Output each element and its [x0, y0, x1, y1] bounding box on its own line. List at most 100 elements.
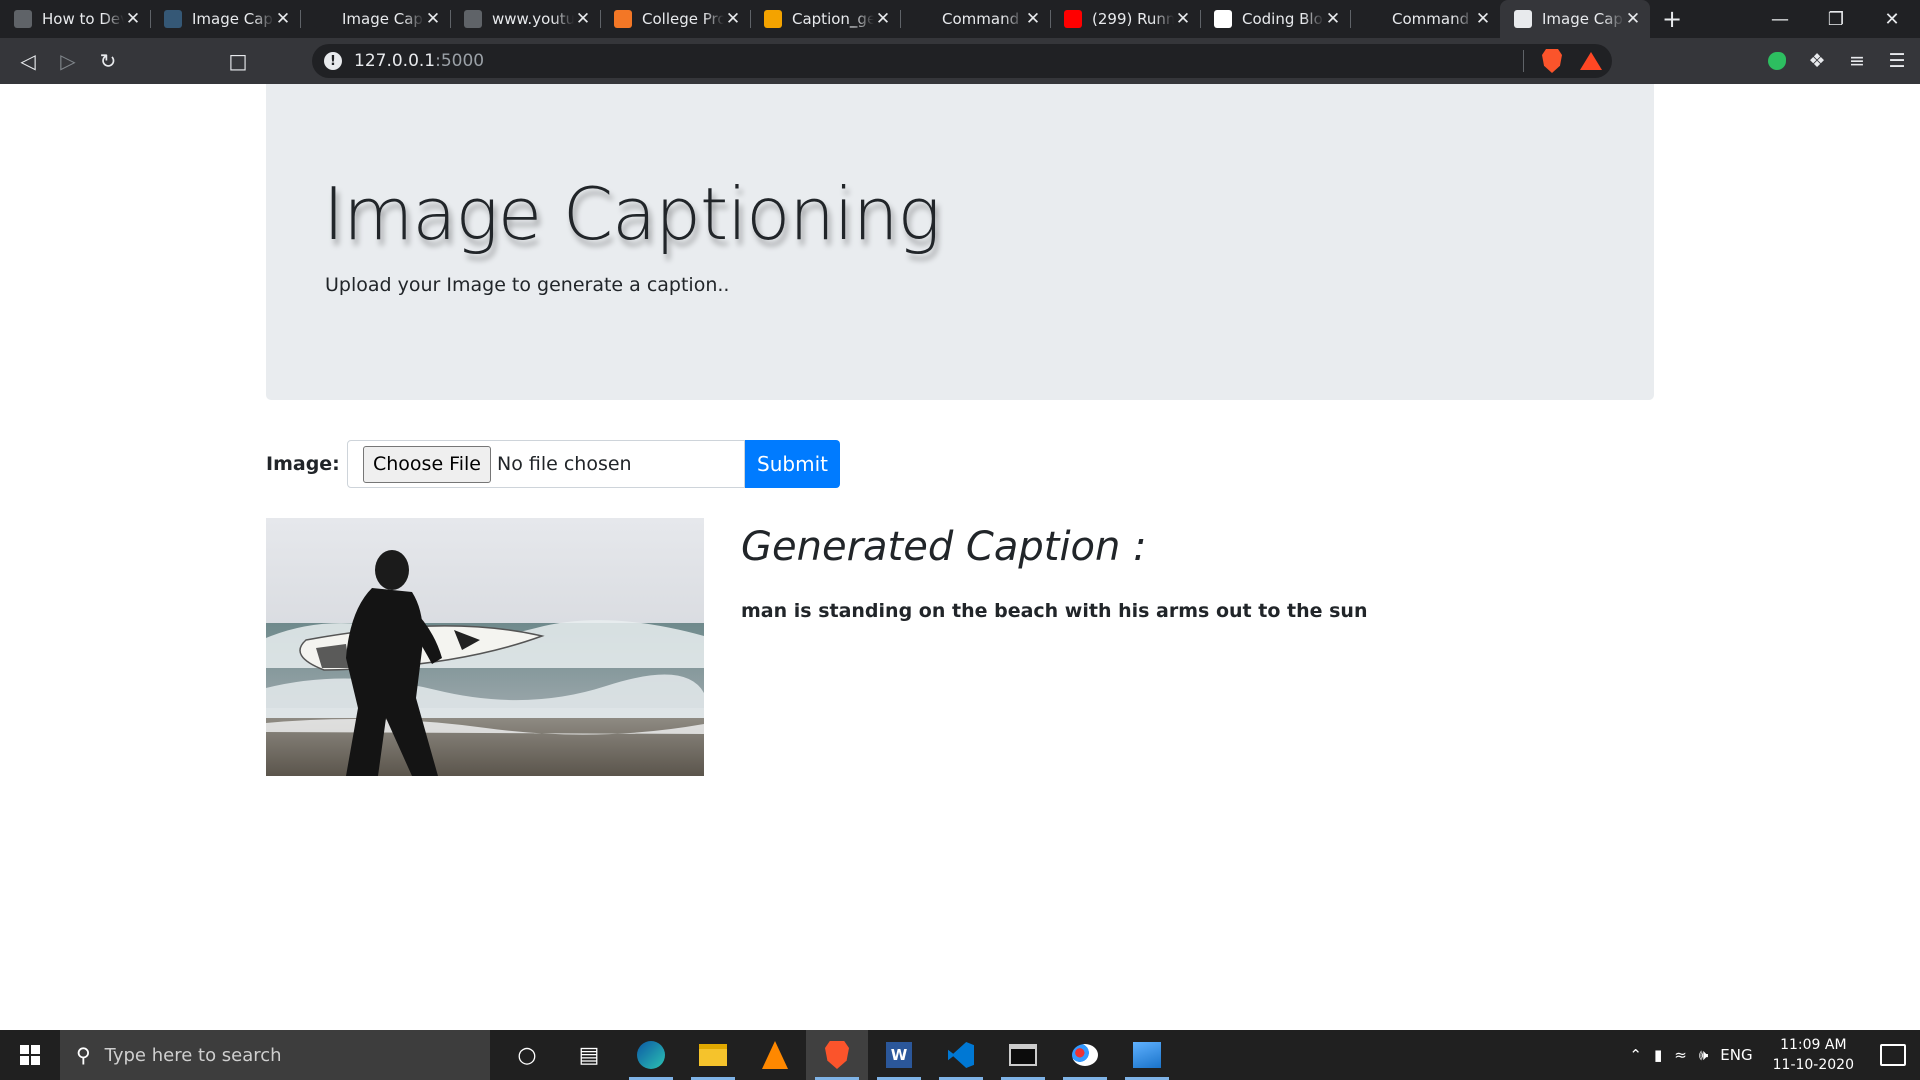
close-tab-icon[interactable]: ✕ — [574, 9, 592, 29]
new-tab-button[interactable]: + — [1650, 0, 1694, 38]
address-bar[interactable]: ! 127.0.0.1:5000 — [312, 44, 1612, 78]
windows-logo-icon — [20, 1045, 40, 1065]
windows-taskbar: ⚲ Type here to search ○ ▤ W ⌃ ▮ ≈ 🕪 ENG … — [0, 1030, 1920, 1080]
tab-title: Image Capt — [342, 10, 424, 28]
globe-icon — [1514, 10, 1532, 28]
close-window-icon[interactable]: ✕ — [1864, 0, 1920, 38]
url-port: :5000 — [435, 51, 485, 71]
file-input[interactable]: Choose File No file chosen — [347, 440, 745, 488]
browser-tab[interactable]: College Pro ✕ — [600, 0, 750, 38]
tab-title: www.youtut — [492, 10, 574, 28]
close-tab-icon[interactable]: ✕ — [1324, 9, 1342, 29]
tab-title: Image Capt — [1542, 10, 1624, 28]
vscode-icon[interactable] — [930, 1030, 992, 1080]
browser-tab[interactable]: Image Capt ✕ — [1500, 0, 1650, 38]
clock[interactable]: 11:09 AM 11-10-2020 — [1773, 1035, 1854, 1075]
search-placeholder: Type here to search — [104, 1044, 282, 1066]
menu-icon[interactable]: ☰ — [1884, 46, 1910, 76]
notebook-icon — [764, 10, 782, 28]
tab-title: Command L — [1392, 10, 1474, 28]
notifications-icon[interactable] — [1880, 1044, 1906, 1066]
browser-tab[interactable]: Image Capt ✕ — [300, 0, 450, 38]
site-info-icon[interactable]: ! — [324, 52, 342, 70]
browser-toolbar: ◁ ▷ ↻ □ ! 127.0.0.1:5000 ❖ ≡ ☰ — [0, 38, 1920, 84]
clock-date: 11-10-2020 — [1772, 1057, 1854, 1073]
photos-icon[interactable] — [1116, 1030, 1178, 1080]
task-view-icon[interactable]: ▤ — [558, 1030, 620, 1080]
tab-title: (299) Runni — [1092, 10, 1174, 28]
close-tab-icon[interactable]: ✕ — [724, 9, 742, 29]
word-icon[interactable]: W — [868, 1030, 930, 1080]
browser-tab[interactable]: Command L ✕ — [900, 0, 1050, 38]
battery-icon[interactable]: ▮ — [1654, 1046, 1662, 1064]
tds-circle-icon — [314, 10, 332, 28]
search-icon: ⚲ — [76, 1043, 91, 1067]
vlc-icon[interactable] — [744, 1030, 806, 1080]
close-tab-icon[interactable]: ✕ — [124, 9, 142, 29]
submit-button[interactable]: Submit — [745, 440, 840, 488]
globe-icon — [464, 10, 482, 28]
url-host: 127.0.0.1 — [354, 51, 436, 71]
tds-icon — [164, 10, 182, 28]
browser-tab[interactable]: Coding Blo ✕ — [1200, 0, 1350, 38]
choose-file-button[interactable]: Choose File — [363, 445, 491, 483]
browser-tab[interactable]: www.youtut ✕ — [450, 0, 600, 38]
browser-tab[interactable]: Image Capt ✕ — [150, 0, 300, 38]
media-queue-icon[interactable]: ≡ — [1844, 46, 1870, 76]
edge-icon[interactable] — [620, 1030, 682, 1080]
phone-icon — [914, 10, 932, 28]
terminal-icon[interactable] — [992, 1030, 1054, 1080]
close-tab-icon[interactable]: ✕ — [424, 9, 442, 29]
restore-icon[interactable]: ❐ — [1808, 0, 1864, 38]
tab-title: Image Capt — [192, 10, 274, 28]
page-icon — [14, 10, 32, 28]
taskbar-search[interactable]: ⚲ Type here to search — [60, 1030, 490, 1080]
tab-list: How to Dev ✕ Image Capt ✕ Image Capt ✕ www.you… — [0, 0, 1650, 38]
brave-shields-icon[interactable] — [1542, 49, 1562, 73]
paint-icon[interactable] — [1054, 1030, 1116, 1080]
bookmark-icon[interactable]: □ — [218, 41, 258, 81]
reload-icon[interactable]: ↻ — [88, 41, 128, 81]
language-indicator[interactable]: ENG — [1720, 1046, 1752, 1064]
jumbotron: Image Captioning Upload your Image to ge… — [266, 84, 1654, 400]
github-icon — [1214, 10, 1232, 28]
clock-time: 11:09 AM — [1780, 1037, 1847, 1053]
page-subtitle: Upload your Image to generate a caption.… — [325, 274, 730, 296]
close-tab-icon[interactable]: ✕ — [1174, 9, 1192, 29]
brave-rewards-icon[interactable] — [1580, 52, 1602, 70]
minimize-icon[interactable]: — — [1752, 0, 1808, 38]
file-explorer-icon[interactable] — [682, 1030, 744, 1080]
caption-text: man is standing on the beach with his ar… — [741, 600, 1368, 622]
jupyter-icon — [614, 10, 632, 28]
close-tab-icon[interactable]: ✕ — [1624, 9, 1642, 29]
browser-tab[interactable]: Command L ✕ — [1350, 0, 1500, 38]
divider — [1523, 50, 1524, 72]
system-tray: ⌃ ▮ ≈ 🕪 ENG 11:09 AM 11-10-2020 — [1629, 1035, 1920, 1075]
tab-title: Command L — [942, 10, 1024, 28]
extensions-puzzle-icon[interactable]: ❖ — [1804, 46, 1830, 76]
volume-icon[interactable]: 🕪 — [1699, 1046, 1708, 1064]
browser-tab[interactable]: Caption_ge ✕ — [750, 0, 900, 38]
browser-tab[interactable]: How to Dev ✕ — [0, 0, 150, 38]
chevron-up-icon[interactable]: ⌃ — [1629, 1046, 1642, 1064]
page-title: Image Captioning — [323, 172, 941, 256]
forward-icon[interactable]: ▷ — [48, 41, 88, 81]
back-icon[interactable]: ◁ — [8, 41, 48, 81]
youtube-icon — [1064, 10, 1082, 28]
cortana-icon[interactable]: ○ — [496, 1030, 558, 1080]
surfer-photo — [266, 518, 704, 776]
start-button[interactable] — [0, 1030, 60, 1080]
url-text[interactable]: 127.0.0.1:5000 — [354, 51, 484, 71]
close-tab-icon[interactable]: ✕ — [1474, 9, 1492, 29]
close-tab-icon[interactable]: ✕ — [274, 9, 292, 29]
tab-title: How to Dev — [42, 10, 124, 28]
brave-browser-icon[interactable] — [806, 1030, 868, 1080]
wifi-icon[interactable]: ≈ — [1674, 1046, 1687, 1064]
tab-title: Coding Blo — [1242, 10, 1323, 28]
close-tab-icon[interactable]: ✕ — [1024, 9, 1042, 29]
close-tab-icon[interactable]: ✕ — [874, 9, 892, 29]
page-viewport: Image Captioning Upload your Image to ge… — [0, 84, 1920, 1030]
browser-tab[interactable]: (299) Runni ✕ — [1050, 0, 1200, 38]
evernote-icon[interactable] — [1764, 46, 1790, 76]
phone-icon — [1364, 10, 1382, 28]
